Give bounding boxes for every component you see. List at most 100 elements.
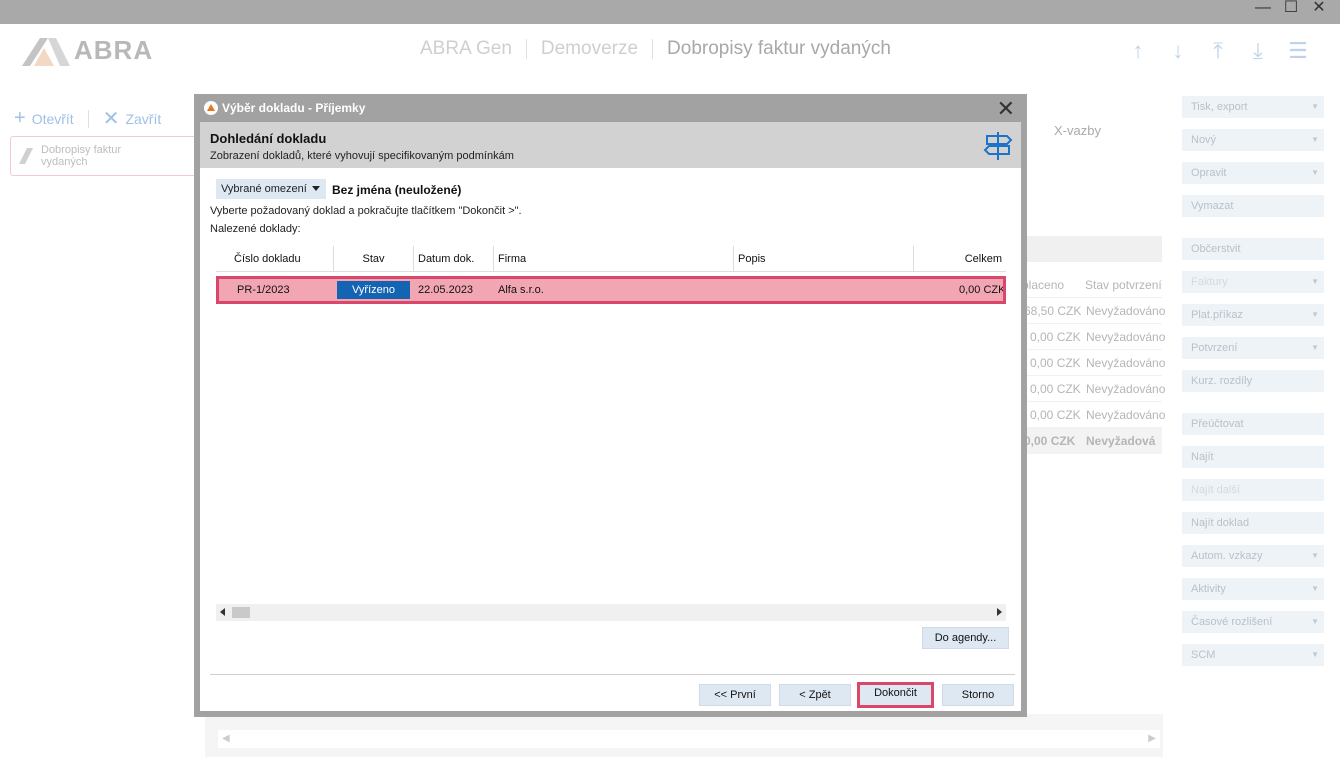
action-scm[interactable]: SCM ▼	[1182, 644, 1324, 666]
chevron-down-icon: ▼	[1311, 617, 1319, 626]
menu-icon[interactable]: ☰	[1278, 38, 1318, 64]
tab-dobropisy[interactable]: Dobropisy faktur vydaných	[10, 136, 196, 176]
action-najit[interactable]: Najít	[1182, 446, 1324, 468]
action-najit-doklad[interactable]: Najít doklad	[1182, 512, 1324, 534]
col-cislo-dokladu[interactable]: Číslo dokladu	[216, 246, 334, 272]
cancel-button[interactable]: Storno	[942, 684, 1014, 706]
first-button[interactable]: << První	[699, 684, 771, 706]
dialog-header-subtitle: Zobrazení dokladů, které vyhovují specif…	[210, 150, 514, 162]
left-toolbar: + Otevřít ✕ Zavřít	[14, 106, 161, 131]
chevron-down-icon	[312, 186, 320, 191]
action-kurz-rozdily[interactable]: Kurz. rozdíly	[1182, 370, 1324, 392]
dialog-close-icon[interactable]: ✕	[997, 96, 1015, 122]
dialog-header-title: Dohledání dokladu	[210, 131, 327, 146]
close-window-icon[interactable]: ✕	[1308, 0, 1330, 20]
action-novy[interactable]: Nový ▼	[1182, 129, 1324, 151]
horizontal-scrollbar[interactable]	[216, 604, 1006, 621]
window-titlebar: — ☐ ✕	[0, 0, 1340, 24]
scroll-left-icon[interactable]	[220, 608, 225, 616]
bg-row: 0,00 CZK Nevyžadováno	[1020, 350, 1165, 376]
scroll-thumb[interactable]	[232, 607, 250, 618]
chevron-down-icon: ▼	[1311, 551, 1319, 560]
filter-select[interactable]: Vybrané omezení	[216, 179, 326, 199]
action-label: Najít	[1191, 451, 1214, 463]
chevron-down-icon: ▼	[1311, 650, 1319, 659]
action-obcerstvit[interactable]: Občerstvit	[1182, 238, 1324, 260]
bg-cell: 0,00 CZK	[1030, 382, 1081, 396]
action-label: Opravit	[1191, 167, 1227, 179]
action-plat-prikaz[interactable]: Plat.příkaz ▼	[1182, 304, 1324, 326]
close-button[interactable]: Zavřít	[125, 111, 161, 127]
finish-button[interactable]: Dokončit	[857, 682, 934, 708]
bg-cell: 0,00 CZK	[1030, 330, 1081, 344]
breadcrumb-item[interactable]: Demoverze	[541, 38, 638, 60]
action-aktivity[interactable]: Aktivity ▼	[1182, 578, 1324, 600]
action-label: Občerstvit	[1191, 243, 1241, 255]
col-popis[interactable]: Popis	[734, 246, 914, 272]
dialog-titlebar: Výběr dokladu - Příjemky ✕	[194, 94, 1027, 122]
document-selection-dialog: Výběr dokladu - Příjemky ✕ Dohledání dok…	[194, 94, 1027, 717]
action-tisk-export[interactable]: Tisk, export ▼	[1182, 96, 1324, 118]
action-opravit[interactable]: Opravit ▼	[1182, 162, 1324, 184]
action-potvrzeni[interactable]: Potvrzení ▼	[1182, 337, 1324, 359]
abra-logo-icon	[22, 38, 70, 66]
action-label: Aktivity	[1191, 583, 1226, 595]
table-row[interactable]: PR-1/2023 Vyřízeno 22.05.2023 Alfa s.r.o…	[216, 276, 1006, 304]
bg-cell: Nevyžadová	[1086, 434, 1156, 448]
action-autom-vzkazy[interactable]: Autom. vzkazy ▼	[1182, 545, 1324, 567]
back-button[interactable]: < Zpět	[779, 684, 851, 706]
bg-grid-header: placeno Stav potvrzení	[1020, 272, 1162, 298]
col-firma[interactable]: Firma	[494, 246, 734, 272]
chevron-down-icon: ▼	[1311, 168, 1319, 177]
action-vymazat[interactable]: Vymazat	[1182, 195, 1324, 217]
bg-row: 0,00 CZK Nevyžadováno	[1020, 324, 1166, 350]
signpost-icon	[983, 132, 1013, 160]
col-celkem[interactable]: Celkem	[914, 246, 1006, 272]
bg-row: 68,50 CZK Nevyžadováno	[1020, 298, 1166, 324]
scroll-right-icon[interactable]	[997, 608, 1002, 616]
col-stav[interactable]: Stav	[334, 246, 414, 272]
found-label: Nalezené doklady:	[210, 223, 301, 235]
bg-horizontal-scrollbar[interactable]: ◀ ▶	[218, 730, 1160, 748]
action-casove-rozliseni[interactable]: Časové rozlišení ▼	[1182, 611, 1324, 633]
action-preuctovat[interactable]: Přeúčtovat	[1182, 413, 1324, 435]
bg-total-row: 0,00 CZK Nevyžadová	[1020, 428, 1162, 454]
bg-cell: 0,00 CZK	[1030, 408, 1081, 422]
col-datum[interactable]: Datum dok.	[414, 246, 494, 272]
bg-band	[1020, 236, 1162, 262]
cell-number: PR-1/2023	[237, 284, 290, 296]
action-label: Plat.příkaz	[1191, 309, 1243, 321]
filter-select-value: Vybrané omezení	[221, 183, 307, 195]
arrow-last-icon[interactable]: ⤓	[1238, 38, 1278, 64]
page-title: Dobropisy faktur vydaných	[667, 38, 891, 59]
arrow-down-icon[interactable]: ↓	[1158, 38, 1198, 64]
filter-name: Bez jména (neuložené)	[332, 183, 462, 197]
breadcrumb: ABRA Gen Demoverze Dobropisy faktur vyda…	[420, 38, 891, 60]
right-actions-panel: Tisk, export ▼ Nový ▼ Opravit ▼ Vymazat Obč…	[1174, 94, 1340, 757]
arrow-up-icon[interactable]: ↑	[1118, 38, 1158, 64]
plus-icon: +	[14, 107, 26, 129]
action-najit-dalsi[interactable]: Najít další	[1182, 479, 1324, 501]
breadcrumb-item[interactable]: ABRA Gen	[420, 38, 512, 60]
chevron-down-icon: ▼	[1311, 135, 1319, 144]
minimize-icon[interactable]: —	[1252, 0, 1274, 20]
record-navigation: ↑ ↓ ⤒ ⤓ ☰	[1118, 38, 1318, 64]
documents-grid: Číslo dokladu Stav Datum dok. Firma Popi…	[216, 246, 1006, 604]
action-faktury[interactable]: Faktury ▼	[1182, 271, 1324, 293]
action-label: Nový	[1191, 134, 1217, 146]
chevron-down-icon: ▼	[1311, 277, 1319, 286]
action-label: Tisk, export	[1191, 101, 1248, 113]
divider	[210, 674, 1015, 675]
action-label: Faktury	[1191, 276, 1228, 288]
action-label: Autom. vzkazy	[1191, 550, 1263, 562]
arrow-first-icon[interactable]: ⤒	[1198, 38, 1238, 64]
to-agenda-button[interactable]: Do agendy...	[922, 627, 1009, 649]
open-button[interactable]: Otevřít	[32, 111, 74, 127]
action-label: SCM	[1191, 649, 1216, 661]
bg-cell: Nevyžadováno	[1086, 304, 1166, 318]
maximize-icon[interactable]: ☐	[1280, 0, 1302, 20]
logo-text: ABRA	[74, 34, 154, 65]
action-label: Kurz. rozdíly	[1191, 375, 1253, 387]
bg-panel	[1020, 140, 1162, 236]
bg-cell: Nevyžadováno	[1086, 330, 1166, 344]
